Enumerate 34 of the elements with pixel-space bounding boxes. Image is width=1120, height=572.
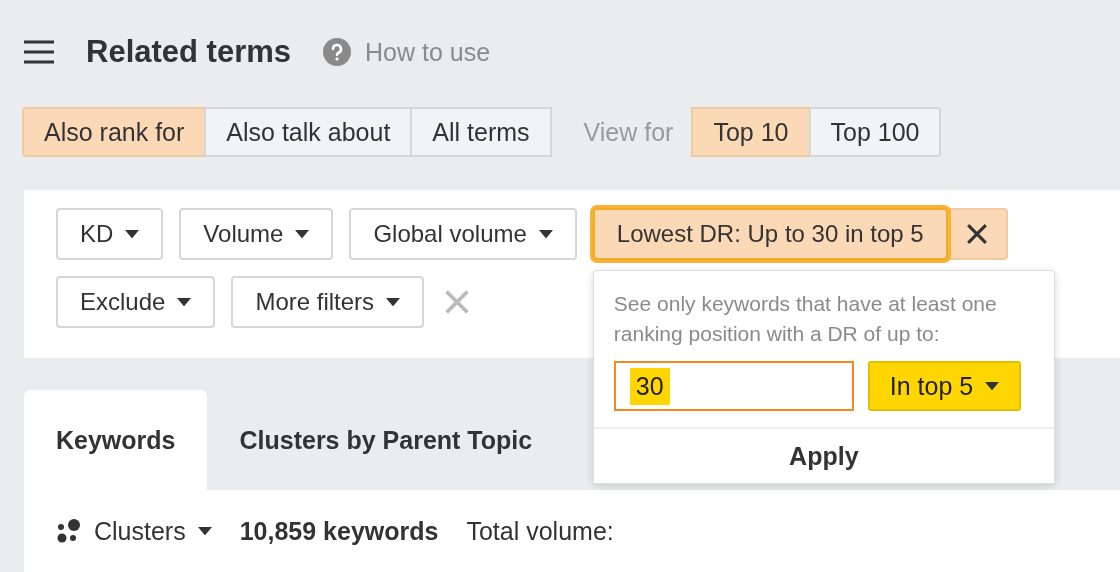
close-icon	[444, 289, 471, 315]
popup-description: See only keywords that have at least one ranking position with a DR of up to:	[612, 291, 998, 347]
total-volume: Total volume:	[466, 516, 614, 546]
filter-button[interactable]: KD	[56, 208, 164, 260]
filter-button[interactable]: Global volume	[349, 208, 577, 260]
page-title: Related terms	[86, 34, 292, 70]
segment-tab[interactable]: Top 100	[808, 107, 942, 157]
caret-icon	[538, 229, 553, 239]
segment-tab[interactable]: Also rank for	[22, 107, 207, 157]
filter-button[interactable]: Volume	[179, 208, 334, 260]
apply-button[interactable]: Apply	[593, 427, 1054, 483]
close-icon	[965, 223, 988, 245]
result-tab[interactable]: Keywords	[24, 390, 208, 490]
clusters-icon	[56, 518, 82, 544]
caret-icon	[295, 229, 310, 239]
help-icon	[323, 38, 352, 66]
filter-button[interactable]: Exclude	[56, 276, 216, 328]
segment-tab[interactable]: Top 10	[691, 107, 811, 157]
input-field[interactable]: 30	[613, 361, 854, 411]
caret-icon	[125, 229, 140, 239]
caret-icon	[197, 526, 212, 536]
position-dropdown[interactable]: In top 5	[867, 361, 1022, 411]
filter-button[interactable]: More filters	[231, 276, 425, 328]
keyword-count: 10,859 keywords	[239, 516, 439, 546]
filter-button[interactable]: Lowest DR: Up to 30 in top 5	[592, 208, 948, 260]
segment-tab[interactable]: Also talk about	[204, 107, 413, 157]
menu-icon[interactable]	[24, 40, 54, 64]
segment-tab[interactable]: All terms	[410, 107, 552, 157]
caret-icon	[386, 297, 401, 307]
caret-icon	[177, 297, 192, 307]
view-for-label: View for	[583, 117, 674, 147]
caret-icon	[985, 381, 1000, 391]
clusters-dropdown[interactable]: Clusters	[56, 516, 212, 546]
result-tab[interactable]: Clusters by Parent Topic	[207, 390, 565, 490]
